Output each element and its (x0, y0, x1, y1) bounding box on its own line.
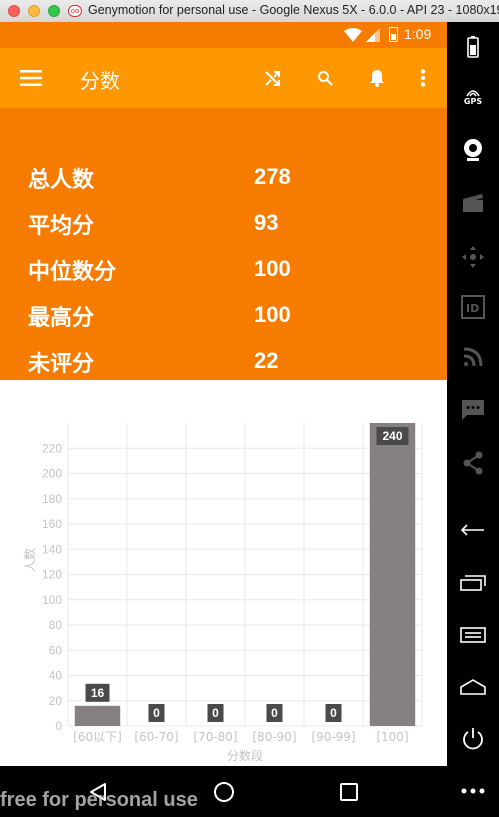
y-tick-label: 220 (42, 441, 62, 455)
bar (74, 705, 121, 726)
more-vert-icon[interactable] (410, 65, 436, 91)
y-tick-label: 40 (49, 669, 63, 683)
y-tick-label: 200 (42, 467, 62, 481)
y-tick-label: 160 (42, 517, 62, 531)
stat-value-total: 278 (254, 164, 291, 189)
stat-label-total: 总人数 (28, 168, 95, 193)
data-label: 0 (212, 706, 219, 720)
x-axis-title: 分数段 (227, 748, 263, 763)
rss-icon[interactable] (460, 344, 486, 370)
recents-icon[interactable] (460, 570, 486, 596)
phone-screen: 1:09 分数 总人数 278 平均分 93 中位数分 100 最高分 100 … (0, 22, 447, 766)
minimize-window-button[interactable] (28, 5, 40, 17)
id-icon[interactable]: ID (460, 294, 486, 320)
signal-icon (366, 28, 380, 42)
gps-label: GPS (463, 97, 483, 106)
data-label: 0 (271, 706, 278, 720)
menu-icon[interactable] (18, 65, 44, 91)
search-icon[interactable] (312, 65, 338, 91)
sms-icon[interactable] (460, 397, 486, 423)
data-label: 240 (382, 429, 402, 443)
data-label: 16 (91, 686, 105, 700)
zoom-window-button[interactable] (48, 5, 60, 17)
x-tick-label: [80-90] (252, 730, 296, 744)
more-icon[interactable] (460, 778, 486, 804)
y-tick-label: 60 (49, 643, 63, 657)
stat-value-median: 100 (254, 256, 291, 281)
app-toolbar: 分数 (0, 48, 447, 108)
x-tick-label: [100] (376, 730, 408, 744)
x-tick-label: [90-99] (311, 730, 355, 744)
x-tick-label: [60以下] (73, 730, 122, 744)
status-bar: 1:09 (0, 22, 447, 48)
score-distribution-chart: 0 20 40 60 80 100 120 140 160 180 200 220 16 [60以下] 0 [… (0, 380, 447, 766)
window-titlebar: oo Genymotion for personal use - Google … (0, 0, 499, 23)
menu-icon[interactable] (460, 622, 486, 648)
battery-icon[interactable] (460, 34, 486, 60)
page-title: 分数 (80, 69, 120, 93)
nav-home-icon[interactable] (213, 781, 235, 803)
share-icon[interactable] (460, 450, 486, 476)
svg-text:ID: ID (466, 302, 479, 315)
stat-value-average: 93 (254, 210, 279, 235)
clapperboard-icon[interactable] (460, 190, 486, 216)
gps-icon[interactable]: GPS (460, 84, 486, 110)
close-window-button[interactable] (8, 5, 20, 17)
stat-value-max: 100 (254, 302, 291, 327)
data-label: 0 (153, 706, 160, 720)
shuffle-icon[interactable] (260, 65, 286, 91)
bar (369, 423, 416, 726)
x-tick-label: [70-80] (193, 730, 237, 744)
y-axis-title: 人数 (22, 548, 37, 572)
stat-value-unscored: 22 (254, 348, 279, 373)
stat-label-average: 平均分 (28, 214, 95, 239)
stats-panel: 总人数 278 平均分 93 中位数分 100 最高分 100 未评分 22 (0, 108, 447, 380)
y-tick-label: 0 (55, 719, 62, 733)
genymotion-logo-icon: oo (68, 5, 82, 17)
bell-icon[interactable] (364, 65, 390, 91)
nav-recents-icon[interactable] (340, 783, 358, 801)
webcam-icon[interactable] (460, 137, 486, 163)
chart-svg: 0 20 40 60 80 100 120 140 160 180 200 220 16 [60以下] 0 [… (22, 423, 423, 763)
y-tick-label: 20 (49, 694, 63, 708)
y-tick-label: 100 (42, 593, 62, 607)
stat-label-unscored: 未评分 (28, 352, 95, 377)
stat-label-median: 中位数分 (28, 260, 117, 285)
y-tick-label: 140 (42, 542, 62, 556)
x-tick-label: [60-70] (134, 730, 178, 744)
wifi-icon (344, 28, 362, 42)
home-icon[interactable] (460, 674, 486, 700)
power-icon[interactable] (460, 726, 486, 752)
status-time: 1:09 (404, 26, 432, 42)
stat-label-max: 最高分 (28, 306, 95, 331)
window-title: Genymotion for personal use - Google Nex… (88, 3, 499, 17)
y-tick-label: 120 (42, 568, 62, 582)
back-icon[interactable] (460, 517, 486, 543)
battery-icon (389, 27, 398, 42)
y-tick-label: 80 (49, 618, 63, 632)
data-label: 0 (330, 706, 337, 720)
y-tick-label: 180 (42, 492, 62, 506)
dpad-icon[interactable] (460, 244, 486, 270)
watermark-text: free for personal use (0, 789, 198, 811)
genymotion-sidebar: GPS ID (447, 22, 499, 817)
